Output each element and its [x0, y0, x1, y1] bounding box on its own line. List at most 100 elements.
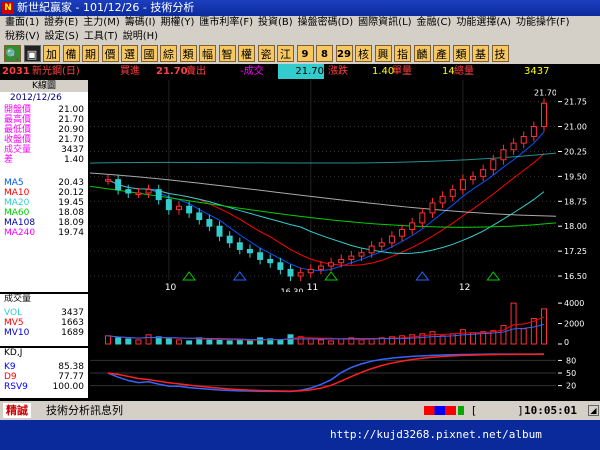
toolbar-button[interactable]: 指 — [394, 45, 411, 62]
toolbar-button[interactable]: 麟 — [413, 45, 431, 62]
axis-tick-label: 0 — [564, 338, 569, 346]
candle-body — [500, 149, 507, 161]
volume-bar — [257, 337, 264, 345]
menu-item[interactable]: 功能操作(F) — [516, 16, 570, 30]
menu-row-1: 畫面(1) 證券(E) 主力(M) 籌碼(I) 期權(Y) 匯市利率(F) 投資(B) 操盤密… — [0, 16, 570, 30]
candle-body — [358, 252, 365, 257]
kline-date: 2012/12/26 — [10, 93, 62, 103]
candle-body — [449, 189, 456, 197]
menu-item[interactable]: 稅務(V) — [5, 30, 40, 44]
volume-info-panel: 成交量 VOL 3437 MV5 1663 MV10 1689 — [0, 294, 88, 346]
window-icon[interactable]: ▣ — [23, 45, 41, 62]
candle-body — [409, 222, 416, 231]
volume-bar — [500, 325, 507, 345]
window-title: 新世紀贏家 - 101/12/26 - 技術分析 — [17, 1, 195, 14]
menu-item[interactable]: 畫面(1) — [5, 16, 39, 30]
volume-chart[interactable] — [90, 294, 556, 346]
candle-body — [510, 142, 517, 151]
candlestick-chart: 10 11 12 21.70 16.30 — [89, 80, 557, 297]
info-label: 差 — [4, 155, 14, 165]
toolbar-button[interactable]: 期 — [82, 45, 99, 62]
menu-item[interactable]: 投資(B) — [258, 16, 293, 30]
toolbar-button[interactable]: 權 — [238, 45, 255, 62]
status-bar: 精誠 技術分析訊息列 [ ] 10:05:01 ◢ — [0, 401, 600, 420]
volume-bar — [520, 328, 527, 345]
volume-bar — [317, 339, 324, 345]
volume-bar — [399, 335, 406, 345]
volume-bar — [307, 338, 314, 345]
menu-item[interactable]: 說明(H) — [123, 30, 158, 44]
axis-tick-label: 19.50 — [564, 172, 587, 181]
candle-body — [328, 262, 335, 267]
menu-item[interactable]: 籌碼(I) — [125, 16, 156, 30]
axis-tick-label: 80 — [566, 356, 576, 365]
menu-item[interactable]: 匯市利率(F) — [199, 16, 253, 30]
volume-bar — [439, 335, 446, 345]
info-row: RSV9 100.00 — [4, 382, 84, 393]
resize-icon[interactable]: ◢ — [588, 405, 599, 416]
toolbar-button[interactable]: 價 — [101, 45, 119, 62]
menu-item[interactable]: 主力(M) — [83, 16, 119, 30]
toolbar-button[interactable]: 加 — [43, 45, 60, 62]
ask-label: 賣出 — [186, 66, 206, 77]
kd-chart[interactable] — [90, 348, 556, 398]
menu-bar: 畫面(1) 證券(E) 主力(M) 籌碼(I) 期權(Y) 匯市利率(F) 投資(B) 操盤密… — [0, 16, 600, 44]
candle-body — [145, 189, 152, 194]
toolbar-button[interactable]: 興 — [374, 45, 392, 62]
toolbar-button[interactable]: 幅 — [199, 45, 216, 62]
axis-tick-label: 21.00 — [564, 123, 587, 132]
watermark-url: http://kujd3268.pixnet.net/album — [330, 428, 542, 441]
candle-body — [277, 262, 284, 270]
toolbar-button[interactable]: 9 — [296, 45, 314, 62]
toolbar-button[interactable]: 備 — [62, 45, 80, 62]
menu-item[interactable]: 工具(T) — [84, 30, 118, 44]
toolbar-button[interactable]: 8 — [316, 45, 333, 62]
axis-tick-label: 2000 — [564, 320, 584, 329]
kd-axis: 80 50 20 — [558, 348, 600, 398]
axis-tick-label: 18.75 — [564, 197, 587, 206]
volume-axis: 4000 2000 0 — [558, 294, 600, 347]
axis-tick-label: 18.00 — [564, 222, 587, 231]
menu-item[interactable]: 期權(Y) — [161, 16, 195, 30]
unit-label: 單量 — [392, 66, 412, 77]
toolbar-button[interactable]: 核 — [355, 45, 372, 62]
axis-tick-label: 50 — [566, 369, 576, 378]
toolbar-button[interactable]: 國 — [140, 45, 158, 62]
menu-item[interactable]: 功能選擇(A) — [456, 16, 511, 30]
toolbar-button[interactable]: 江 — [277, 45, 294, 62]
candle-body — [175, 205, 182, 211]
candle-body — [246, 248, 253, 254]
toolbar-button[interactable]: 基 — [472, 45, 489, 62]
candle-body — [419, 212, 426, 224]
info-label: MV10 — [4, 328, 30, 338]
toolbar-button[interactable]: 智 — [218, 45, 236, 62]
price-chart[interactable]: 10 11 12 21.70 16.30 — [89, 80, 557, 297]
toolbar-button[interactable]: 選 — [121, 45, 138, 62]
menu-item[interactable]: 操盤密碼(D) — [298, 16, 354, 30]
status-message: 技術分析訊息列 — [46, 404, 123, 417]
volume-bar — [338, 338, 345, 345]
toolbar-button[interactable]: 綜 — [160, 45, 177, 62]
menu-item[interactable]: 證券(E) — [44, 16, 78, 30]
menu-item[interactable]: 金融(C) — [417, 16, 452, 30]
toolbar-button[interactable]: 技 — [491, 45, 509, 62]
candle-body — [490, 159, 497, 171]
volume-label: 總量 — [454, 66, 474, 77]
bid-value: 21.70 — [156, 66, 188, 77]
toolbar-button[interactable]: 類 — [179, 45, 197, 62]
candle-body — [165, 199, 172, 211]
volume-bar — [145, 334, 152, 345]
price-axis: 21.75 21.00 20.25 19.50 18.75 18.00 17.25 16.50 — [558, 80, 600, 292]
toolbar-button[interactable]: 29 — [335, 45, 353, 62]
toolbar-button[interactable]: 類 — [452, 45, 470, 62]
volume-bar — [135, 339, 142, 345]
last-price: 21.70 — [278, 64, 324, 79]
toolbar-button[interactable]: 產 — [433, 45, 450, 62]
toolbar: 🔍 ▣ 加備期價選國綜類幅智權瓷江 9 8 29 核興指麟產類基技 — [0, 44, 600, 64]
toolbar-button[interactable]: 瓷 — [257, 45, 275, 62]
volume-bars — [90, 294, 556, 346]
menu-item[interactable]: 設定(S) — [45, 30, 79, 44]
candle-body — [267, 258, 274, 264]
menu-item[interactable]: 國際資訊(L) — [358, 16, 411, 30]
search-icon[interactable]: 🔍 — [4, 45, 21, 62]
